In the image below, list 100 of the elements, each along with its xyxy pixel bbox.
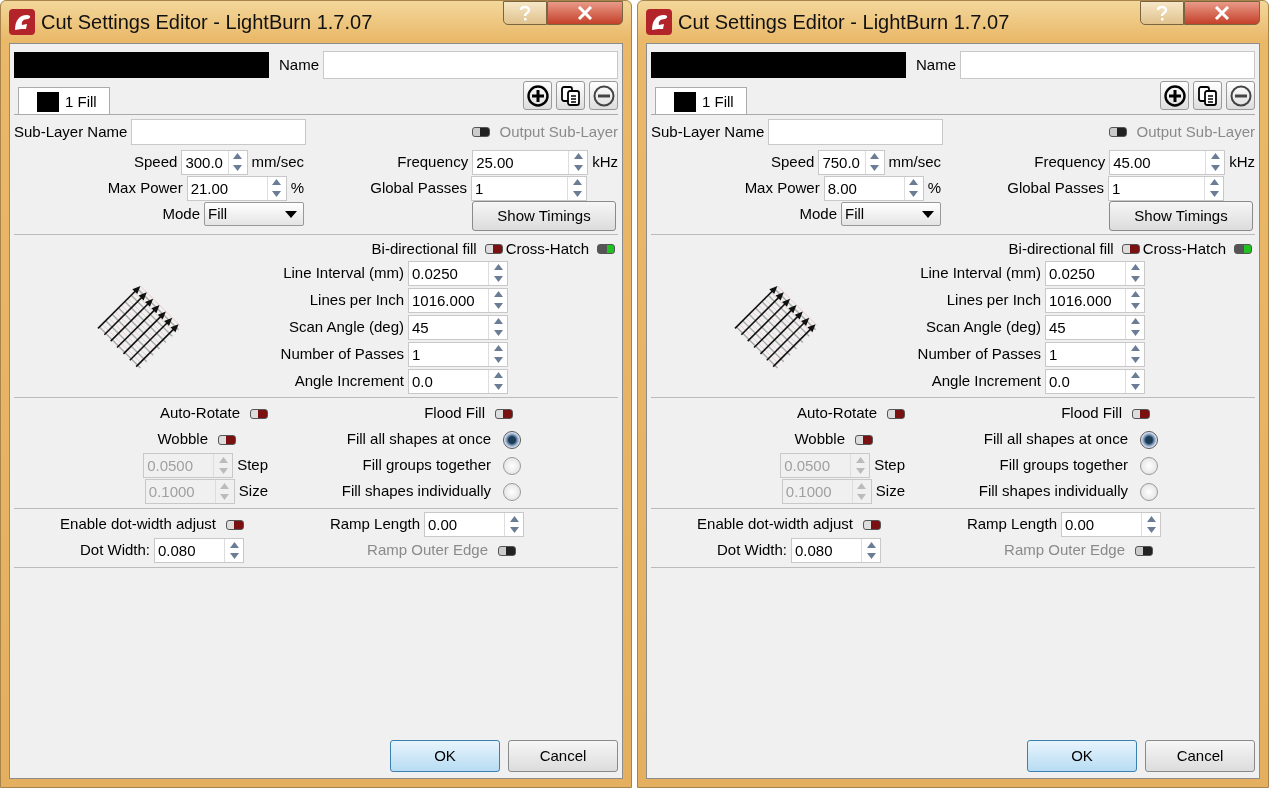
toggle-label: Ramp Outer Edge: [1004, 540, 1125, 561]
spin-box[interactable]: 25.00: [472, 149, 589, 175]
toggle-switch[interactable]: [226, 519, 244, 530]
spin-box[interactable]: 300.0: [181, 149, 248, 175]
spin-box[interactable]: 0.00: [1061, 512, 1161, 537]
spin-box[interactable]: 21.00: [186, 175, 287, 201]
toggle-switch[interactable]: [250, 408, 268, 419]
show-timings-button[interactable]: Show Timings: [1109, 201, 1253, 231]
help-icon: [1156, 5, 1168, 21]
help-button[interactable]: [503, 1, 547, 25]
spin-box[interactable]: 0.0: [1045, 368, 1145, 394]
toggle-label: Flood Fill: [1061, 403, 1122, 424]
toggle-switch[interactable]: [495, 408, 513, 419]
spin-box[interactable]: 0.0250: [408, 260, 508, 286]
toggle-switch[interactable]: [1132, 408, 1150, 419]
show-timings-button[interactable]: Show Timings: [472, 201, 616, 231]
spin-box[interactable]: 750.0: [818, 149, 885, 175]
unit-label: mm/sec: [888, 151, 941, 172]
field-label: Mode: [799, 203, 837, 224]
spin-box[interactable]: 0.0250: [1045, 260, 1145, 286]
remove-button[interactable]: [1226, 81, 1255, 110]
name-field[interactable]: [960, 51, 1255, 79]
spin-box[interactable]: 0.080: [791, 538, 881, 563]
toggle-switch[interactable]: [1234, 244, 1252, 255]
spin-box[interactable]: 0.00: [424, 512, 524, 537]
dialog-button[interactable]: Cancel: [508, 740, 618, 772]
help-button[interactable]: [1140, 1, 1184, 25]
toggle-label: Cross-Hatch: [505, 239, 589, 259]
field-label: Global Passes: [370, 177, 467, 198]
field-label: Mode: [162, 203, 200, 224]
layer-tab[interactable]: 1 Fill: [18, 87, 110, 114]
spin-box[interactable]: 0.080: [154, 538, 244, 563]
toggle-label: Output Sub-Layer: [499, 121, 618, 142]
close-icon: [1214, 6, 1230, 20]
toggle-label: Wobble: [157, 429, 208, 450]
spin-box[interactable]: 1016.000: [1045, 287, 1145, 313]
layer-tab[interactable]: 1 Fill: [655, 87, 747, 114]
mode-dropdown[interactable]: Fill: [204, 202, 304, 226]
field-label: Lines per Inch: [308, 289, 404, 310]
sub-layer-name-field[interactable]: [768, 119, 944, 145]
mode-dropdown[interactable]: Fill: [841, 202, 941, 226]
radio-button[interactable]: [1140, 430, 1158, 449]
name-field[interactable]: [323, 51, 618, 79]
unit-label: %: [290, 177, 304, 198]
toggle-switch[interactable]: [597, 244, 615, 255]
field-label: Angle Increment: [293, 370, 404, 391]
window-title: Cut Settings Editor - LightBurn 1.7.07: [678, 10, 1010, 35]
dialog-button[interactable]: OK: [390, 740, 500, 772]
add-button[interactable]: [1160, 81, 1189, 110]
spin-box[interactable]: 45: [1045, 314, 1145, 340]
field-label: Max Power: [107, 177, 183, 198]
field-label: Dot Width:: [716, 540, 787, 561]
radio-label: Fill groups together: [362, 455, 491, 476]
toggle-switch[interactable]: [1121, 244, 1140, 255]
spin-box[interactable]: 45: [408, 314, 508, 340]
radio-label: Fill shapes individually: [341, 481, 491, 502]
dialog-button[interactable]: OK: [1027, 740, 1137, 772]
radio-button[interactable]: [503, 456, 521, 475]
radio-button[interactable]: [1140, 456, 1158, 475]
field-label: Frequency: [397, 151, 469, 172]
close-button[interactable]: [547, 1, 623, 25]
spin-box[interactable]: 45.00: [1109, 149, 1226, 175]
dialog-button[interactable]: Cancel: [1145, 740, 1255, 772]
unit-label: mm/sec: [251, 151, 304, 172]
spin-box[interactable]: 1: [471, 175, 587, 201]
toggle-label: Enable dot-width adjust: [697, 514, 853, 535]
radio-button[interactable]: [1140, 482, 1158, 501]
field-label: Speed: [771, 151, 815, 172]
spin-box[interactable]: 1016.000: [408, 287, 508, 313]
spin-box[interactable]: 1: [1108, 175, 1224, 201]
toggle-label: Ramp Outer Edge: [367, 540, 488, 561]
toggle-switch[interactable]: [887, 408, 905, 419]
radio-label: Fill shapes individually: [978, 481, 1128, 502]
toggle-label: Cross-Hatch: [1142, 239, 1226, 259]
spin-box[interactable]: 1: [1045, 341, 1145, 367]
field-label: Line Interval (mm): [282, 262, 404, 283]
toggle-switch[interactable]: [855, 434, 873, 445]
field-label: Dot Width:: [79, 540, 150, 561]
spin-box[interactable]: 0.0: [408, 368, 508, 394]
caret-icon: [285, 210, 297, 218]
radio-button[interactable]: [503, 430, 521, 449]
field-label: Lines per Inch: [945, 289, 1041, 310]
field-label: Sub-Layer Name: [14, 121, 128, 142]
toggle-switch[interactable]: [484, 244, 503, 255]
remove-button[interactable]: [589, 81, 618, 110]
toggle-switch[interactable]: [863, 519, 881, 530]
spin-box[interactable]: 8.00: [823, 175, 924, 201]
spin-box[interactable]: 1: [408, 341, 508, 367]
radio-button[interactable]: [503, 482, 521, 501]
duplicate-button[interactable]: [1193, 81, 1222, 110]
add-button[interactable]: [523, 81, 552, 110]
sub-layer-name-field[interactable]: [131, 119, 307, 145]
field-label: Ramp Length: [329, 514, 420, 535]
close-icon: [577, 6, 593, 20]
field-label: Speed: [134, 151, 178, 172]
toggle-label: Bi-directional fill: [1008, 239, 1114, 259]
app-logo-icon: [9, 9, 35, 35]
toggle-switch[interactable]: [218, 434, 236, 445]
duplicate-button[interactable]: [556, 81, 585, 110]
close-button[interactable]: [1184, 1, 1260, 25]
